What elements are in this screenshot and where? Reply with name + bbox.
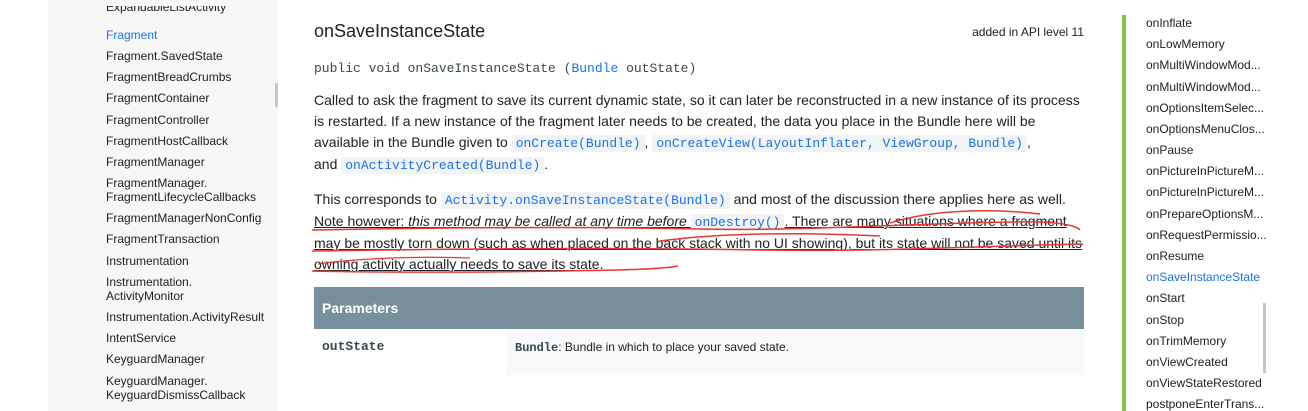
main-content: onSaveInstanceState added in API level 1… [314, 0, 1084, 411]
oncreateview-link[interactable]: onCreateView(LayoutInflater, ViewGroup, … [652, 135, 1027, 152]
param-name: outState [314, 329, 507, 375]
toc-item-onprepareoptionsmenu[interactable]: onPrepareOptionsM... [1146, 207, 1263, 221]
toc-item-onoptionsmenuclosed[interactable]: onOptionsMenuClos... [1146, 122, 1265, 136]
api-level-label: added in API level 11 [972, 25, 1084, 39]
left-nav-scrollbar[interactable] [275, 83, 278, 107]
note-label: Note however: [314, 213, 409, 229]
toc-item-oninflate[interactable]: onInflate [1146, 16, 1192, 30]
nav-item-intentservice[interactable]: IntentService [106, 331, 276, 345]
note-italic-text: this method may be called at any time be… [408, 213, 691, 229]
nav-item-keyguardmanager-dismisscallback[interactable]: KeyguardManager. KeyguardDismissCallback [106, 374, 276, 402]
nav-item-fragmentcontroller[interactable]: FragmentController [106, 113, 276, 127]
oncreate-link[interactable]: onCreate(Bundle) [511, 135, 645, 152]
nav-item-fragmentcontainer[interactable]: FragmentContainer [106, 91, 276, 105]
ondestroy-link[interactable]: onDestroy() [690, 214, 785, 231]
toc-item-onrequestpermissions[interactable]: onRequestPermissio... [1146, 228, 1267, 242]
nav-item-instrumentation-activitymonitor[interactable]: Instrumentation. ActivityMonitor [106, 275, 276, 303]
nav-item-fragmenthostcallback[interactable]: FragmentHostCallback [106, 134, 276, 148]
toc-item-onstop[interactable]: onStop [1146, 313, 1184, 327]
toc-item-onstart[interactable]: onStart [1146, 291, 1185, 305]
description-text: This corresponds to [314, 191, 441, 207]
description-paragraph-2: This corresponds to Activity.onSaveInsta… [314, 189, 1084, 275]
signature-param-type-link[interactable]: Bundle [571, 61, 618, 76]
nav-item-label-line1: KeyguardManager. [106, 374, 208, 388]
nav-item-label: ExpandableListActivity [106, 6, 227, 14]
nav-item-fragmentmanager[interactable]: FragmentManager [106, 155, 276, 169]
param-type: Bundle [515, 341, 559, 355]
nav-item-label-line1: Instrumentation. [106, 275, 193, 289]
toc-item-onoptionsitemselected[interactable]: onOptionsItemSelec... [1146, 101, 1264, 115]
param-desc-text: : Bundle in which to place your saved st… [558, 340, 790, 354]
description-text: and most of the discussion there applies… [729, 191, 1066, 207]
nav-item-label-line1: FragmentManager. [106, 176, 208, 190]
toc-item-onpause[interactable]: onPause [1146, 143, 1193, 157]
nav-item-fragmenttransaction[interactable]: FragmentTransaction [106, 232, 276, 246]
method-title: onSaveInstanceState [314, 21, 486, 41]
description-text: and [314, 156, 342, 172]
nav-item-instrumentation[interactable]: Instrumentation [106, 254, 276, 268]
nav-item-label-line2: KeyguardDismissCallback [106, 388, 246, 402]
toc-item-ontrimmemory[interactable]: onTrimMemory [1146, 334, 1226, 348]
toc-item-postponeentertransition[interactable]: postponeEnterTrans... [1146, 397, 1264, 411]
toc-item-onmultiwindowmode-1[interactable]: onMultiWindowMod... [1146, 58, 1261, 72]
parameters-header: Parameters [314, 287, 1084, 329]
nav-item-fragmentmanagernonconfig[interactable]: FragmentManagerNonConfig [106, 211, 276, 225]
separator-text: , [1026, 134, 1031, 150]
nav-item-keyguardmanager[interactable]: KeyguardManager [106, 352, 276, 366]
nav-item-fragment[interactable]: Fragment [106, 28, 276, 42]
left-nav: ExpandableListActivity Fragment Fragment… [48, 0, 278, 411]
nav-item-expandable-list-activity[interactable]: ExpandableListActivity [106, 6, 276, 14]
toc-item-onmultiwindowmode-2[interactable]: onMultiWindowMod... [1146, 80, 1261, 94]
onactivitycreated-link[interactable]: onActivityCreated(Bundle) [341, 157, 545, 174]
nav-item-fragment-savedstate[interactable]: Fragment.SavedState [106, 49, 276, 63]
description-paragraph-1: Called to ask the fragment to save its c… [314, 90, 1084, 176]
toc-sidebar: onInflate onLowMemory onMultiWindowMod..… [1122, 0, 1308, 411]
parameters-table: Parameters outState Bundle: Bundle in wh… [314, 287, 1084, 375]
table-row: outState Bundle: Bundle in which to plac… [314, 329, 1084, 375]
toc-item-onviewstaterestored[interactable]: onViewStateRestored [1146, 376, 1262, 390]
method-signature: public void onSaveInstanceState (Bundle … [314, 61, 696, 76]
nav-item-label-line2: FragmentLifecycleCallbacks [106, 190, 257, 204]
nav-item-fragmentbreadcrumbs[interactable]: FragmentBreadCrumbs [106, 70, 276, 84]
nav-item-fragmentmanager-lifecyclecallbacks[interactable]: FragmentManager. FragmentLifecycleCallba… [106, 176, 276, 204]
nav-item-label-line2: ActivityMonitor [106, 289, 185, 303]
nav-item-instrumentation-activityresult[interactable]: Instrumentation.ActivityResult [106, 310, 276, 324]
toc-item-onpictureinpicture-2[interactable]: onPictureInPictureM... [1146, 185, 1264, 199]
toc-item-onresume[interactable]: onResume [1146, 249, 1204, 263]
toc-item-onlowmemory[interactable]: onLowMemory [1146, 37, 1225, 51]
param-description: Bundle: Bundle in which to place your sa… [507, 329, 1084, 375]
activity-onsaveinstancestate-link[interactable]: Activity.onSaveInstanceState(Bundle) [440, 192, 730, 209]
period-text: . [544, 156, 549, 172]
signature-suffix: outState) [618, 61, 697, 76]
toc-item-onsaveinstancestate[interactable]: onSaveInstanceState [1146, 270, 1260, 284]
toc-item-onviewcreated[interactable]: onViewCreated [1146, 355, 1228, 369]
signature-prefix: public void onSaveInstanceState ( [314, 61, 572, 76]
toc-indicator-bar [1122, 15, 1126, 411]
toc-scrollbar[interactable] [1263, 303, 1266, 373]
toc-item-onpictureinpicture-1[interactable]: onPictureInPictureM... [1146, 164, 1264, 178]
